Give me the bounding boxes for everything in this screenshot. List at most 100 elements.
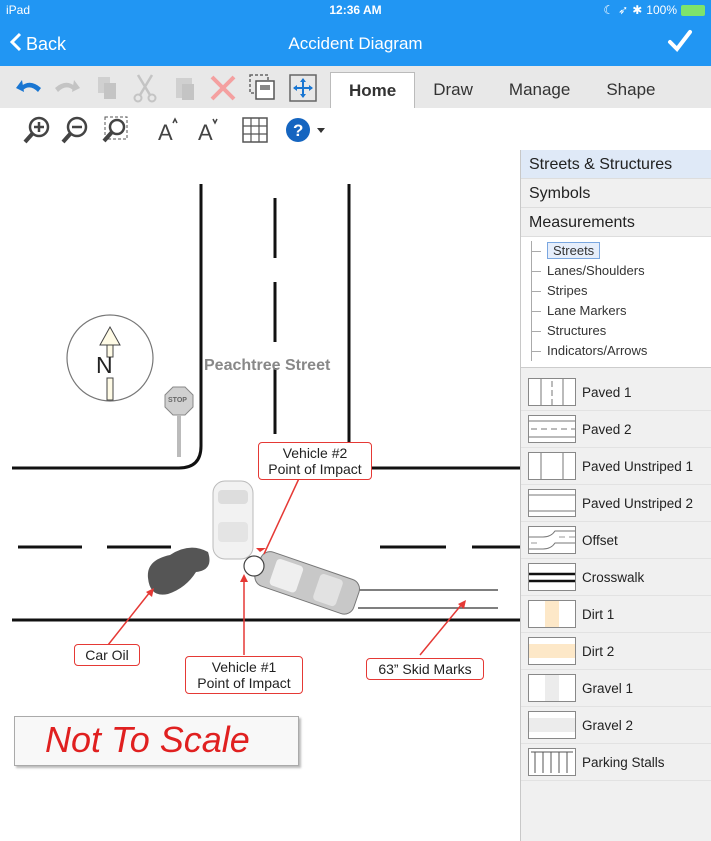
tree-item-stripes-label: Stripes [547,283,588,298]
paste-icon[interactable] [168,72,202,104]
category-measurements[interactable]: Measurements [521,208,711,237]
tree-item-lane-markers[interactable]: Lane Markers [529,301,711,321]
group-select-icon[interactable] [246,72,280,104]
callout-vehicle-1-line1: Vehicle #1 [211,659,277,675]
delete-icon[interactable] [206,72,240,104]
shape-crosswalk-label: Crosswalk [582,569,645,585]
tab-draw[interactable]: Draw [415,72,491,108]
toolbar-row-view: A A ? [0,108,711,150]
shape-paved-1[interactable]: Paved 1 [521,374,711,411]
paved-1-thumbnail-icon [528,378,576,406]
app-frame: iPad 12:36 AM ☾ ➶ ✱ 100% Back Accident D… [0,0,711,841]
dirt-1-thumbnail-icon [528,600,576,628]
battery-percent: 100% [646,3,677,17]
shape-gravel-2[interactable]: Gravel 2 [521,707,711,744]
tree-item-indicators-arrows[interactable]: Indicators/Arrows [529,341,711,361]
category-streets-structures[interactable]: Streets & Structures [521,150,711,179]
parking-stalls-thumbnail-icon [528,748,576,776]
toolbar-row-edit: Home Draw Manage Shape [0,66,711,108]
shape-paved-unstriped-1[interactable]: Paved Unstriped 1 [521,448,711,485]
zoom-in-icon[interactable] [20,114,54,146]
tab-manage[interactable]: Manage [491,72,588,108]
stop-sign-text: STOP [168,397,187,404]
shape-dirt-1[interactable]: Dirt 1 [521,596,711,633]
redo-icon[interactable] [50,72,84,104]
svg-text:A: A [198,120,213,145]
copy-icon[interactable] [90,72,124,104]
tree-item-structures[interactable]: Structures [529,321,711,341]
shape-parking-stalls[interactable]: Parking Stalls [521,744,711,781]
toolbar: Home Draw Manage Shape A A ? [0,66,711,150]
tree-item-streets[interactable]: Streets [529,241,711,261]
callout-vehicle-1[interactable]: Vehicle #1 Point of Impact [185,656,303,694]
status-right: ☾ ➶ ✱ 100% [603,3,705,17]
shape-paved-unstriped-2-label: Paved Unstriped 2 [582,495,694,511]
tree-item-lane-markers-label: Lane Markers [547,303,627,318]
subcategory-tree: Streets Lanes/Shoulders Stripes Lane Mar… [521,237,711,368]
tree-item-lanes-shoulders-label: Lanes/Shoulders [547,263,645,278]
shape-dirt-2[interactable]: Dirt 2 [521,633,711,670]
paved-unstriped-2-thumbnail-icon [528,489,576,517]
shape-dirt-1-label: Dirt 1 [582,606,615,622]
shape-offset[interactable]: Offset [521,522,711,559]
help-icon[interactable]: ? [284,114,328,146]
compass-label: N [96,352,113,378]
oil-spill-icon [147,547,210,595]
shape-gravel-1-label: Gravel 1 [582,680,634,696]
street-name-label[interactable]: Peachtree Street [204,357,330,375]
battery-icon [681,4,705,16]
shape-dirt-2-label: Dirt 2 [582,643,615,659]
font-decrease-icon[interactable]: A [190,114,224,146]
grid-icon[interactable] [238,114,272,146]
tree-item-streets-label: Streets [547,242,601,259]
not-to-scale-label[interactable]: Not To Scale [14,716,299,766]
location-icon: ➶ [618,3,629,17]
callout-vehicle-2-line1: Vehicle #2 [282,445,348,461]
shape-gravel-1[interactable]: Gravel 1 [521,670,711,707]
bluetooth-icon: ✱ [632,3,643,17]
done-checkmark-icon[interactable] [667,28,693,61]
tab-home[interactable]: Home [330,72,416,108]
vehicle-1-icon [254,551,361,615]
callout-vehicle-1-line2: Point of Impact [197,675,291,691]
shape-crosswalk[interactable]: Crosswalk [521,559,711,596]
paved-unstriped-1-thumbnail-icon [528,452,576,480]
tree-item-lanes-shoulders[interactable]: Lanes/Shoulders [529,261,711,281]
diagram-canvas[interactable]: Peachtree Street N STOP Vehicle #2 Point… [0,150,520,841]
crosswalk-thumbnail-icon [528,563,576,591]
svg-text:?: ? [293,121,303,140]
shape-parking-stalls-label: Parking Stalls [582,754,665,770]
font-increase-icon[interactable]: A [150,114,184,146]
page-title: Accident Diagram [288,34,423,53]
ribbon-tabs: Home Draw Manage Shape [330,72,674,108]
tree-item-indicators-arrows-label: Indicators/Arrows [547,343,648,358]
callout-vehicle-2-line2: Point of Impact [268,461,362,477]
moon-icon: ☾ [603,3,615,17]
undo-icon[interactable] [12,72,46,104]
gravel-2-thumbnail-icon [528,711,576,739]
tree-item-stripes[interactable]: Stripes [529,281,711,301]
callout-car-oil[interactable]: Car Oil [74,644,140,666]
zoom-selection-icon[interactable] [98,114,132,146]
tree-item-structures-label: Structures [547,323,607,338]
shape-offset-label: Offset [582,532,618,548]
callout-vehicle-2[interactable]: Vehicle #2 Point of Impact [258,442,372,480]
shape-paved-2[interactable]: Paved 2 [521,411,711,448]
shape-paved-unstriped-2[interactable]: Paved Unstriped 2 [521,485,711,522]
offset-thumbnail-icon [528,526,576,554]
category-symbols[interactable]: Symbols [521,179,711,208]
shape-gravel-2-label: Gravel 2 [582,717,634,733]
status-bar: iPad 12:36 AM ☾ ➶ ✱ 100% [0,0,711,20]
vehicle-2-icon [212,480,254,560]
zoom-out-icon[interactable] [58,114,92,146]
not-to-scale-text: Not To Scale [45,719,250,760]
shape-paved-1-label: Paved 1 [582,384,632,400]
svg-text:A: A [158,120,173,145]
gravel-1-thumbnail-icon [528,674,576,702]
impact-point-icon [243,555,265,577]
callout-skid-marks[interactable]: 63” Skid Marks [366,658,484,680]
tab-shape[interactable]: Shape [588,72,673,108]
cut-icon[interactable] [128,72,162,104]
paved-2-thumbnail-icon [528,415,576,443]
fit-to-screen-icon[interactable] [286,72,320,104]
